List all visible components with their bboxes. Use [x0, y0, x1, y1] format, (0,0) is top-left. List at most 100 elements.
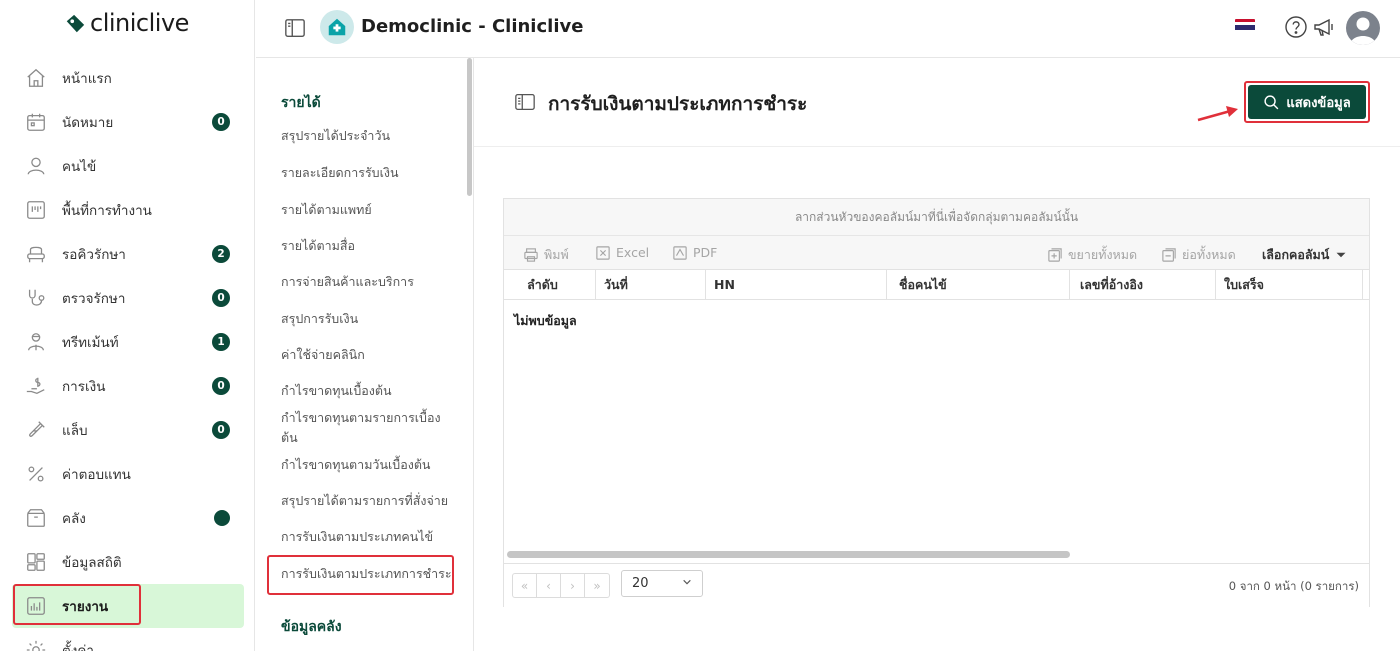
sidebar-item-reports[interactable]: รายงาน — [12, 584, 244, 628]
megaphone-icon[interactable] — [1310, 13, 1338, 41]
data-grid: ลากส่วนหัวของคอลัมน์มาที่นี่เพื่อจัดกลุ่… — [503, 198, 1370, 607]
count-badge: 0 — [212, 113, 230, 131]
clinic-title: Democlinic - Cliniclive — [361, 16, 584, 37]
user-avatar[interactable] — [1346, 11, 1380, 45]
empty-message: ไม่พบข้อมูล — [514, 313, 577, 328]
gear-icon — [24, 638, 48, 651]
submenu-scrollbar[interactable] — [467, 58, 472, 196]
pager-info: 0 จาก 0 หน้า (0 รายการ) — [1228, 579, 1359, 593]
column-header-reference-no[interactable]: เลขที่อ้างอิง — [1070, 270, 1216, 300]
status-dot — [214, 510, 230, 526]
main-sidebar: cliniclive หน้าแรก นัดหมาย 0 คนไข้ พื้นท… — [0, 0, 255, 651]
treatment-icon — [24, 330, 48, 354]
expand-all-label: ขยายทั้งหมด — [1068, 247, 1138, 262]
main-content: การรับเงินตามประเภทการชำระ แสดงข้อมูล ลา… — [474, 58, 1400, 651]
submenu-income-by-media[interactable]: รายได้ตามสื่อ — [281, 236, 456, 256]
submenu-profit-loss-by-day[interactable]: กำไรขาดทุนตามวันเบื้องต้น — [281, 455, 456, 475]
submenu-payment-details[interactable]: รายละเอียดการรับเงิน — [281, 163, 456, 183]
count-badge: 2 — [212, 245, 230, 263]
money-hand-icon — [24, 374, 48, 398]
sidebar-item-settings[interactable]: ตั้งค่า — [12, 628, 244, 651]
sidebar-item-home[interactable]: หน้าแรก — [12, 56, 244, 100]
sidebar-item-finance[interactable]: การเงิน 0 — [12, 364, 244, 408]
prev-page-button[interactable]: ‹ — [537, 574, 561, 597]
count-badge: 0 — [212, 421, 230, 439]
sidebar-item-treatment[interactable]: ทรีทเม้นท์ 1 — [12, 320, 244, 364]
workspace-icon — [24, 198, 48, 222]
horizontal-scrollbar[interactable] — [507, 551, 1070, 558]
calendar-icon — [24, 110, 48, 134]
search-icon — [1264, 94, 1279, 109]
submenu-payment-by-method[interactable]: การรับเงินตามประเภทการชำระ — [281, 564, 456, 584]
submenu-income-by-prescription[interactable]: สรุปรายได้ตามรายการที่สั่งจ่าย — [281, 491, 456, 511]
pdf-export-button[interactable]: PDF — [673, 245, 717, 260]
submenu-profit-loss-by-item[interactable]: กำไรขาดทุนตามรายการเบื้องต้น — [281, 408, 441, 448]
submenu-payment-summary[interactable]: สรุปการรับเงิน — [281, 309, 456, 329]
sidebar-item-label: หน้าแรก — [62, 71, 112, 87]
sidebar-item-patients[interactable]: คนไข้ — [12, 144, 244, 188]
printer-icon — [524, 248, 538, 262]
dashboard-icon — [24, 550, 48, 574]
cliniclive-logo[interactable]: cliniclive — [64, 8, 189, 38]
page-size-value: 20 — [632, 576, 649, 591]
column-header-order[interactable]: ลำดับ — [504, 270, 596, 300]
show-data-button[interactable]: แสดงข้อมูล — [1248, 85, 1366, 119]
page-size-select[interactable]: 20 — [621, 570, 703, 597]
report-chart-icon — [24, 594, 48, 618]
column-header-date[interactable]: วันที่ — [596, 270, 706, 300]
sidebar-item-label: ตรวจรักษา — [62, 291, 126, 307]
first-page-button[interactable]: « — [513, 574, 537, 597]
collapse-all-button[interactable]: ย่อทั้งหมด — [1162, 245, 1236, 265]
sidebar-item-compensation[interactable]: ค่าตอบแทน — [12, 452, 244, 496]
expand-all-button[interactable]: ขยายทั้งหมด — [1048, 245, 1137, 265]
submenu-income-by-doctor[interactable]: รายได้ตามแพทย์ — [281, 200, 456, 220]
sidebar-item-label: ทรีทเม้นท์ — [62, 335, 119, 351]
help-icon[interactable] — [1282, 13, 1310, 41]
column-header-hn[interactable]: HN — [706, 270, 887, 300]
sidebar-item-statistics[interactable]: ข้อมูลสถิติ — [12, 540, 244, 584]
logo-tag-icon — [64, 13, 85, 33]
column-header-receipt[interactable]: ใบเสร็จ — [1216, 270, 1363, 300]
submenu-product-service-dispense[interactable]: การจ่ายสินค้าและบริการ — [281, 272, 456, 292]
book-icon — [514, 91, 536, 117]
percent-icon — [24, 462, 48, 486]
panel-toggle-icon[interactable] — [284, 17, 306, 39]
sidebar-item-label: ข้อมูลสถิติ — [62, 555, 122, 571]
collapse-all-label: ย่อทั้งหมด — [1182, 247, 1236, 262]
box-icon — [24, 506, 48, 530]
sidebar-item-queue[interactable]: รอคิวรักษา 2 — [12, 232, 244, 276]
logo-text: cliniclive — [90, 9, 189, 37]
submenu-payment-by-patient-type[interactable]: การรับเงินตามประเภทคนไข้ — [281, 527, 456, 547]
clinic-home-icon — [320, 10, 354, 44]
submenu-clinic-expenses[interactable]: ค่าใช้จ่ายคลินิก — [281, 345, 456, 365]
thai-flag[interactable] — [1235, 19, 1255, 33]
excel-export-button[interactable]: Excel — [596, 245, 649, 260]
report-submenu: รายได้ สรุปรายได้ประจำวัน รายละเอียดการร… — [256, 58, 474, 651]
submenu-basic-profit-loss[interactable]: กำไรขาดทุนเบื้องต้น — [281, 381, 456, 401]
divider — [474, 146, 1400, 147]
sidebar-item-stock[interactable]: คลัง — [12, 496, 244, 540]
sidebar-item-appointments[interactable]: นัดหมาย 0 — [12, 100, 244, 144]
page-title: การรับเงินตามประเภทการชำระ — [548, 93, 808, 115]
sidebar-item-label: คลัง — [62, 511, 86, 527]
sidebar-item-label: ตั้งค่า — [62, 643, 94, 651]
sidebar-item-label: นัดหมาย — [62, 115, 114, 131]
table-header: ลำดับ วันที่ HN ชื่อคนไข้ เลขที่อ้างอิง … — [504, 270, 1369, 300]
print-button[interactable]: พิมพ์ — [524, 245, 569, 265]
excel-label: Excel — [616, 245, 650, 260]
sidebar-item-examination[interactable]: ตรวจรักษา 0 — [12, 276, 244, 320]
waiting-chair-icon — [24, 242, 48, 266]
choose-columns-button[interactable]: เลือกคอลัมน์ — [1262, 245, 1347, 265]
last-page-button[interactable]: » — [585, 574, 609, 597]
sidebar-item-label: พื้นที่การทำงาน — [62, 203, 152, 219]
choose-columns-label: เลือกคอลัมน์ — [1262, 247, 1330, 262]
caret-down-icon — [1336, 252, 1346, 258]
group-panel[interactable]: ลากส่วนหัวของคอลัมน์มาที่นี่เพื่อจัดกลุ่… — [504, 199, 1369, 236]
pager-buttons: « ‹ › » — [512, 573, 610, 598]
page-header: การรับเงินตามประเภทการชำระ — [514, 89, 807, 119]
next-page-button[interactable]: › — [561, 574, 585, 597]
sidebar-item-workspace[interactable]: พื้นที่การทำงาน — [12, 188, 244, 232]
sidebar-item-lab[interactable]: แล็บ 0 — [12, 408, 244, 452]
submenu-daily-income-summary[interactable]: สรุปรายได้ประจำวัน — [281, 126, 456, 146]
column-header-patient-name[interactable]: ชื่อคนไข้ — [887, 270, 1070, 300]
